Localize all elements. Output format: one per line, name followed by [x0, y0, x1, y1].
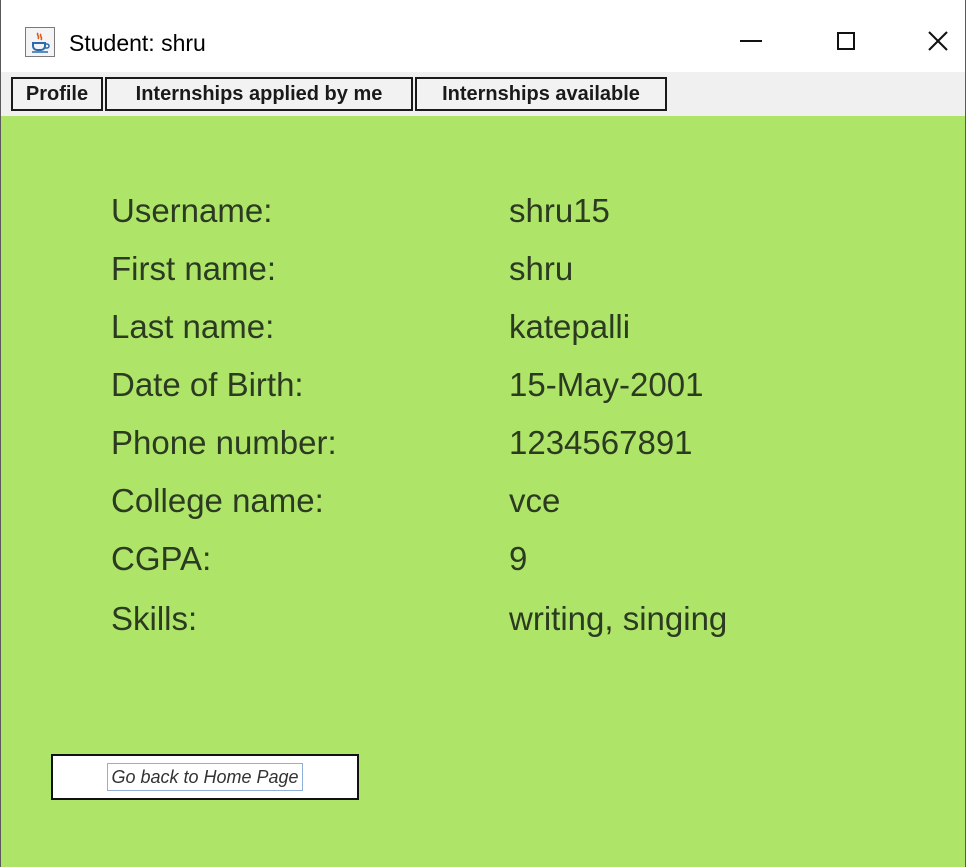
skills-value: writing, singing [509, 600, 728, 637]
maximize-button[interactable] [816, 18, 876, 64]
close-button[interactable] [908, 18, 966, 64]
java-cup-icon [25, 27, 55, 57]
profile-row-date-of-birth: Date of Birth: 15-May-2001 [1, 360, 965, 410]
date-of-birth-value: 15-May-2001 [509, 366, 704, 403]
phone-number-value: 1234567891 [509, 424, 693, 461]
maximize-icon [837, 32, 855, 50]
profile-row-phone-number: Phone number: 1234567891 [1, 418, 965, 468]
profile-row-last-name: Last name: katepalli [1, 302, 965, 352]
profile-row-skills: Skills: writing, singing [1, 594, 965, 644]
phone-number-label: Phone number: [111, 424, 337, 461]
window-title: Student: shru [69, 30, 206, 56]
skills-label: Skills: [111, 600, 198, 637]
first-name-label: First name: [111, 250, 277, 287]
close-icon [928, 31, 948, 51]
college-name-label: College name: [111, 482, 324, 519]
college-name-value: vce [509, 482, 561, 519]
last-name-label: Last name: [111, 308, 275, 345]
first-name-value: shru [509, 250, 574, 287]
tab-bar: Profile Internships applied by me Intern… [1, 72, 965, 116]
tab-internships-applied[interactable]: Internships applied by me [105, 77, 413, 111]
cgpa-label: CGPA: [111, 540, 212, 577]
username-value: shru15 [509, 192, 610, 229]
tab-profile[interactable]: Profile [11, 77, 103, 111]
last-name-value: katepalli [509, 308, 631, 345]
tab-internships-available[interactable]: Internships available [415, 77, 667, 111]
student-window: Student: shru Profile Internships applie… [0, 0, 966, 867]
date-of-birth-label: Date of Birth: [111, 366, 304, 403]
profile-row-cgpa: CGPA: 9 [1, 534, 965, 584]
profile-row-first-name: First name: shru [1, 244, 965, 294]
title-bar[interactable]: Student: shru [1, 0, 965, 72]
profile-row-username: Username: shru15 [1, 186, 965, 236]
home-page-button-label: Go back to Home Page [107, 763, 303, 791]
username-label: Username: [111, 192, 273, 229]
home-page-button[interactable]: Go back to Home Page [51, 754, 359, 800]
minimize-icon [740, 40, 762, 42]
cgpa-value: 9 [509, 540, 528, 577]
minimize-button[interactable] [721, 18, 781, 64]
profile-row-college-name: College name: vce [1, 476, 965, 526]
profile-panel: Username: shru15 First name: shru Last n… [1, 116, 965, 867]
